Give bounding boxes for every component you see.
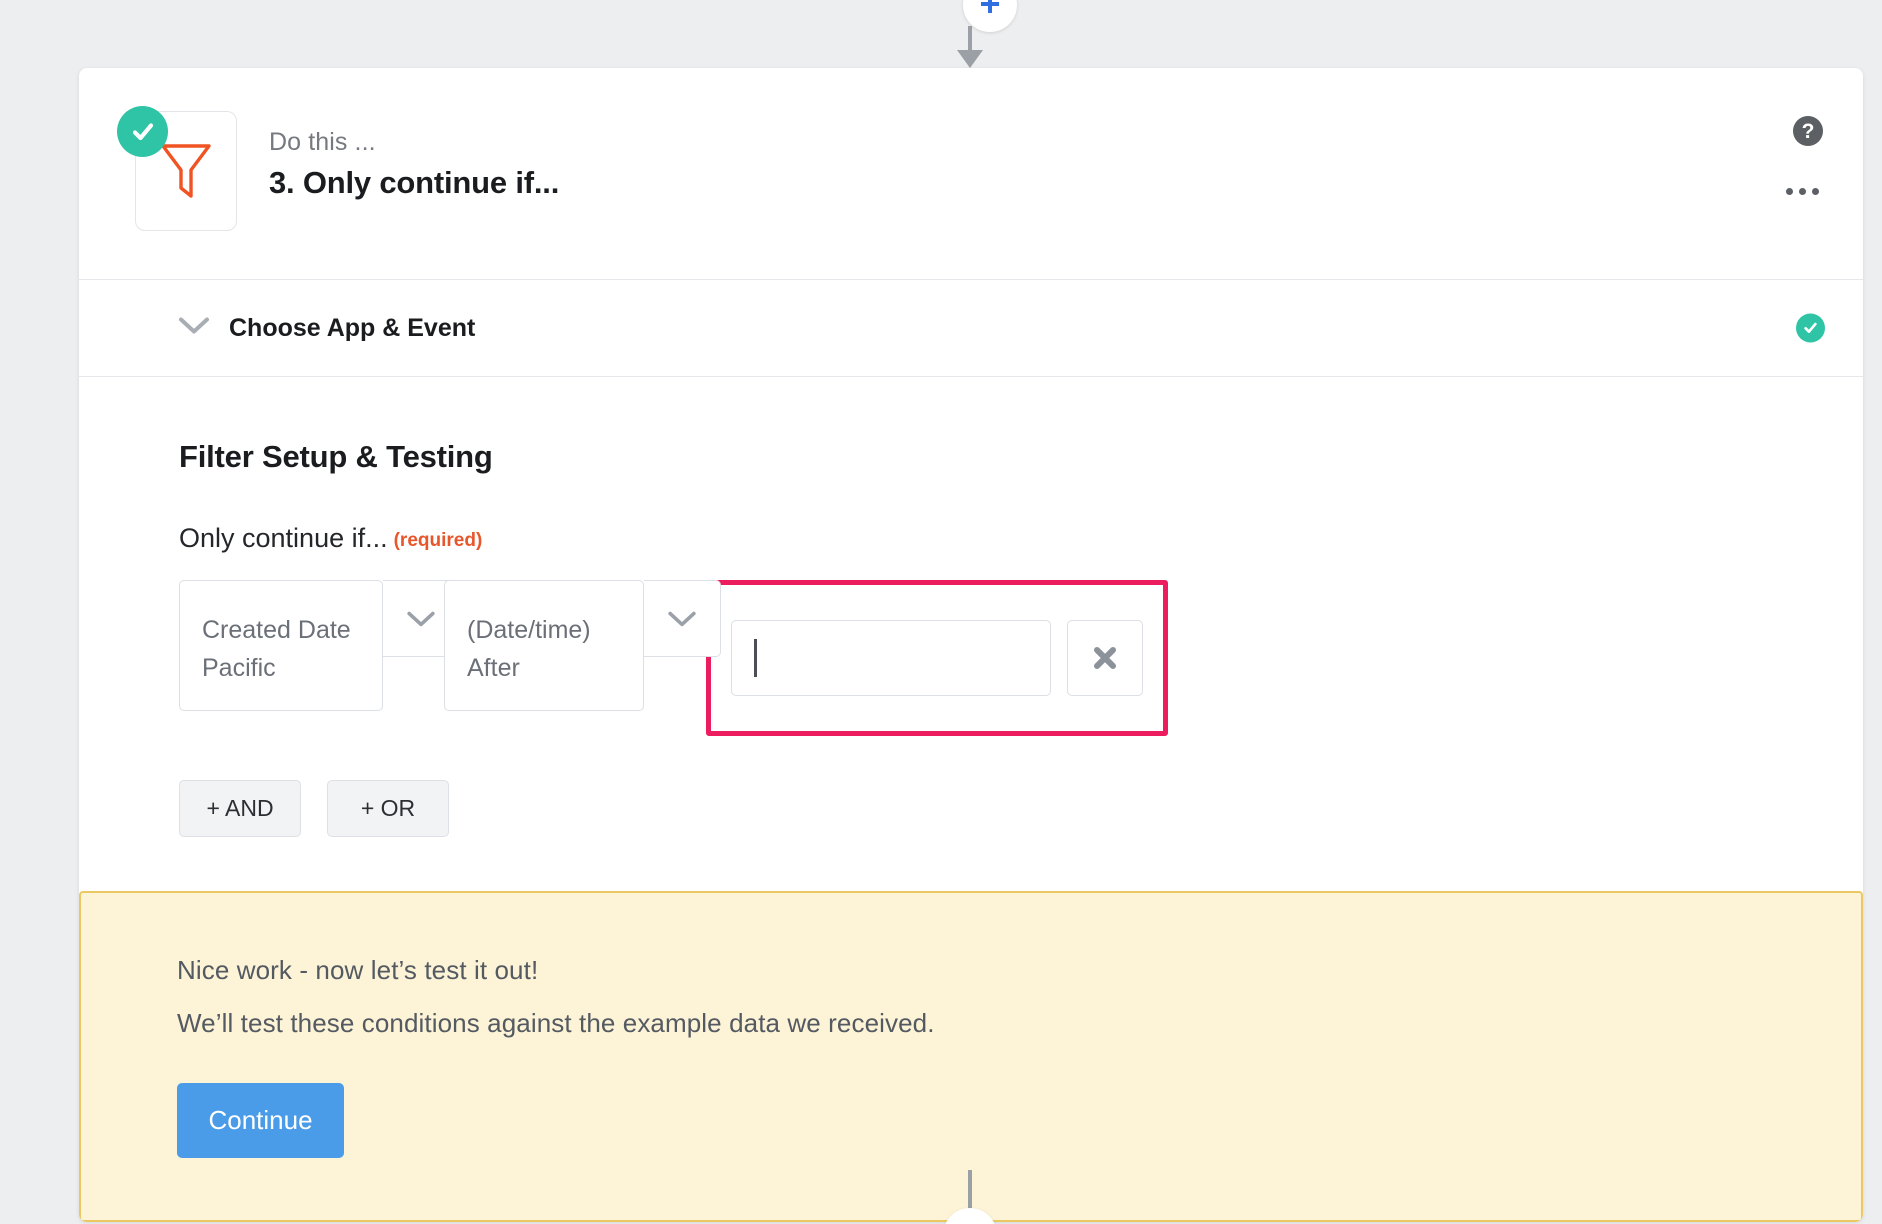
ellipsis-dot [1812,188,1819,195]
step-header-text: Do this ... 3. Only continue if... [269,128,559,201]
condition-label-row: Only continue if... (required) [179,523,1863,554]
add-and-button[interactable]: + AND [179,780,301,837]
choose-app-event-label: Choose App & Event [229,313,476,342]
next-step-node[interactable] [943,1208,997,1224]
condition-row: Created Date Pacific (Date/time) After [179,580,1863,736]
value-input-highlight-group [706,580,1168,736]
app-icon-group [117,106,237,231]
text-caret [754,639,757,677]
field-select[interactable]: Created Date Pacific [179,580,383,711]
step-eyebrow: Do this ... [269,128,376,156]
logic-buttons-row: + AND + OR [179,780,1863,837]
ellipsis-dot [1799,188,1806,195]
field-select-group: Created Date Pacific [179,580,460,711]
top-connector: + [0,0,1882,72]
step-card: Do this ... 3. Only continue if... ? Cho… [79,68,1863,1222]
operator-select[interactable]: (Date/time) After [444,580,644,711]
required-badge: (required) [393,530,483,551]
operator-select-group: (Date/time) After [444,580,721,711]
notice-line-1: Nice work - now let’s test it out! [177,955,539,985]
page-title: 3. Only continue if... [269,165,560,200]
ellipsis-dot [1786,188,1793,195]
value-input[interactable] [731,620,1051,696]
clear-value-button[interactable] [1067,620,1143,696]
chevron-down-icon[interactable] [177,315,211,342]
add-or-button[interactable]: + OR [327,780,449,837]
continue-button[interactable]: Continue [177,1083,344,1158]
filter-setup-section: Filter Setup & Testing Only continue if.… [79,377,1863,891]
filter-setup-title: Filter Setup & Testing [179,439,493,474]
step-status-check-icon [117,106,168,157]
arrow-down-icon [957,50,983,68]
condition-label: Only continue if... [179,523,388,553]
plus-icon: + [979,0,1001,24]
choose-app-event-status-icon [1796,313,1825,343]
operator-select-chevron-down-icon[interactable] [644,580,721,657]
connector-line [968,1170,972,1210]
step-card-header: Do this ... 3. Only continue if... ? [79,68,1863,280]
funnel-glyph [161,144,211,198]
bottom-connector [0,1170,1882,1224]
close-x-icon [1094,647,1116,669]
notice-line-2: We’ll test these conditions against the … [177,1008,935,1038]
more-options-button[interactable] [1780,182,1825,201]
help-icon[interactable]: ? [1793,116,1823,146]
choose-app-event-section[interactable]: Choose App & Event [79,280,1863,377]
